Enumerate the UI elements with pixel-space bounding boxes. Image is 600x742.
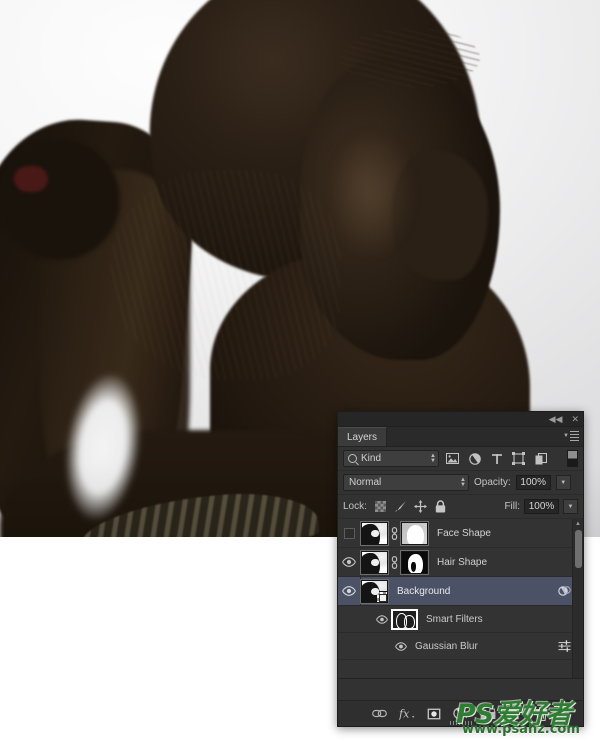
lock-transparent-pixels-icon[interactable] bbox=[374, 500, 387, 513]
filter-type-layers-icon[interactable] bbox=[488, 450, 505, 467]
link-layers-icon[interactable] bbox=[372, 706, 388, 722]
blend-opacity-row: Normal ▲ ▼ Opacity: 100% ▼ bbox=[338, 471, 583, 495]
new-group-icon[interactable] bbox=[480, 706, 496, 722]
lock-position-icon[interactable] bbox=[413, 500, 427, 513]
panel-menu-triangle: ▼ bbox=[563, 433, 569, 439]
delete-layer-icon[interactable] bbox=[534, 706, 550, 722]
collapse-double-arrow-icon[interactable]: ◀◀ bbox=[549, 414, 563, 424]
layer-mask-thumbnail[interactable] bbox=[400, 549, 429, 575]
smart-object-thumbnail[interactable] bbox=[360, 578, 389, 604]
layers-panel: ◀◀ ✕ Layers ▼ Kind ▲ ▼ Normal ▲ ▼ Opacit… bbox=[337, 411, 584, 727]
fill-dropdown-arrow-icon[interactable]: ▼ bbox=[563, 499, 578, 514]
opacity-input[interactable]: 100% bbox=[515, 475, 551, 490]
search-icon bbox=[348, 454, 357, 463]
screenshot-root: ◀◀ ✕ Layers ▼ Kind ▲ ▼ Normal ▲ ▼ Opacit… bbox=[0, 0, 600, 742]
filter-pixel-layers-icon[interactable] bbox=[444, 450, 461, 467]
table-row[interactable]: Background bbox=[338, 577, 583, 606]
filter-kind-value: Kind bbox=[361, 453, 382, 464]
smart-filters-label: Smart Filters bbox=[426, 613, 483, 625]
panel-menu-bars bbox=[570, 431, 579, 441]
layer-thumbnail[interactable] bbox=[360, 520, 389, 546]
panel-titlebar: ◀◀ ✕ bbox=[338, 412, 583, 427]
lock-label: Lock: bbox=[343, 501, 367, 512]
smart-filters-group-row[interactable]: Smart Filters bbox=[338, 606, 583, 633]
tab-layers[interactable]: Layers bbox=[338, 427, 388, 446]
link-mask-icon[interactable] bbox=[388, 555, 401, 569]
panel-resize-grip[interactable] bbox=[449, 721, 472, 725]
smart-filter-name: Gaussian Blur bbox=[415, 640, 478, 652]
smart-filter-row[interactable]: Gaussian Blur bbox=[338, 633, 583, 660]
add-layer-mask-icon[interactable] bbox=[426, 706, 442, 722]
table-row[interactable]: Hair Shape bbox=[338, 548, 583, 577]
eye-icon[interactable] bbox=[394, 641, 407, 651]
lock-all-icon[interactable] bbox=[434, 500, 447, 513]
fill-group: Fill: 100% ▼ bbox=[504, 499, 578, 514]
eye-icon[interactable] bbox=[338, 548, 361, 576]
filter-kind-select[interactable]: Kind ▲ ▼ bbox=[343, 450, 439, 467]
panel-tabstrip: Layers ▼ bbox=[338, 427, 583, 447]
scroll-up-arrow-icon[interactable]: ▲ bbox=[573, 519, 583, 529]
table-row[interactable]: Face Shape bbox=[338, 519, 583, 548]
smart-filter-mask-thumbnail[interactable] bbox=[391, 608, 418, 630]
blend-mode-select[interactable]: Normal ▲ ▼ bbox=[343, 474, 469, 491]
eye-icon[interactable] bbox=[338, 577, 361, 605]
layer-name: Hair Shape bbox=[437, 556, 488, 568]
panel-menu-icon[interactable]: ▼ bbox=[563, 431, 579, 441]
layer-name: Face Shape bbox=[437, 527, 491, 539]
filter-settings-sliders-icon[interactable] bbox=[558, 640, 571, 652]
panel-bottom-toolbar: fx bbox=[338, 700, 583, 726]
close-icon[interactable]: ✕ bbox=[571, 414, 579, 424]
fill-label: Fill: bbox=[504, 501, 520, 512]
new-adjustment-layer-icon[interactable] bbox=[453, 706, 469, 722]
layer-mask-thumbnail[interactable] bbox=[400, 520, 429, 546]
scrollbar-thumb[interactable] bbox=[575, 530, 582, 568]
chevron-updown-icon[interactable]: ▲ ▼ bbox=[460, 477, 466, 488]
new-layer-icon[interactable] bbox=[507, 706, 523, 722]
tab-layers-label: Layers bbox=[347, 431, 378, 443]
smart-filters-badge-icon[interactable] bbox=[558, 585, 571, 597]
blend-mode-value: Normal bbox=[349, 477, 382, 488]
filter-adjustment-layers-icon[interactable] bbox=[466, 450, 483, 467]
chevron-updown-icon[interactable]: ▲ ▼ bbox=[430, 453, 436, 464]
filter-shape-layers-icon[interactable] bbox=[510, 450, 527, 467]
eye-icon[interactable] bbox=[375, 614, 388, 624]
lock-fill-row: Lock: Fill: 100% ▼ bbox=[338, 495, 583, 519]
svg-text:fx: fx bbox=[399, 708, 410, 721]
layer-list[interactable]: Face Shape Hair Shape Background Smart F… bbox=[338, 519, 583, 679]
eye-off-checkbox[interactable] bbox=[338, 519, 361, 547]
fill-input[interactable]: 100% bbox=[524, 499, 559, 514]
layer-thumbnail[interactable] bbox=[360, 549, 389, 575]
add-layer-style-fx-icon[interactable]: fx bbox=[399, 706, 415, 722]
link-mask-icon[interactable] bbox=[388, 526, 401, 540]
layer-list-scrollbar[interactable]: ▲ bbox=[572, 519, 583, 678]
opacity-label: Opacity: bbox=[474, 477, 511, 488]
filter-enable-toggle[interactable] bbox=[567, 450, 578, 467]
lock-image-pixels-icon[interactable] bbox=[394, 500, 407, 513]
opacity-dropdown-arrow-icon[interactable]: ▼ bbox=[555, 475, 571, 490]
layer-filter-row: Kind ▲ ▼ bbox=[338, 447, 583, 471]
smart-object-badge-icon bbox=[376, 590, 387, 602]
filter-smart-object-icon[interactable] bbox=[532, 450, 549, 467]
layer-name: Background bbox=[397, 585, 451, 597]
